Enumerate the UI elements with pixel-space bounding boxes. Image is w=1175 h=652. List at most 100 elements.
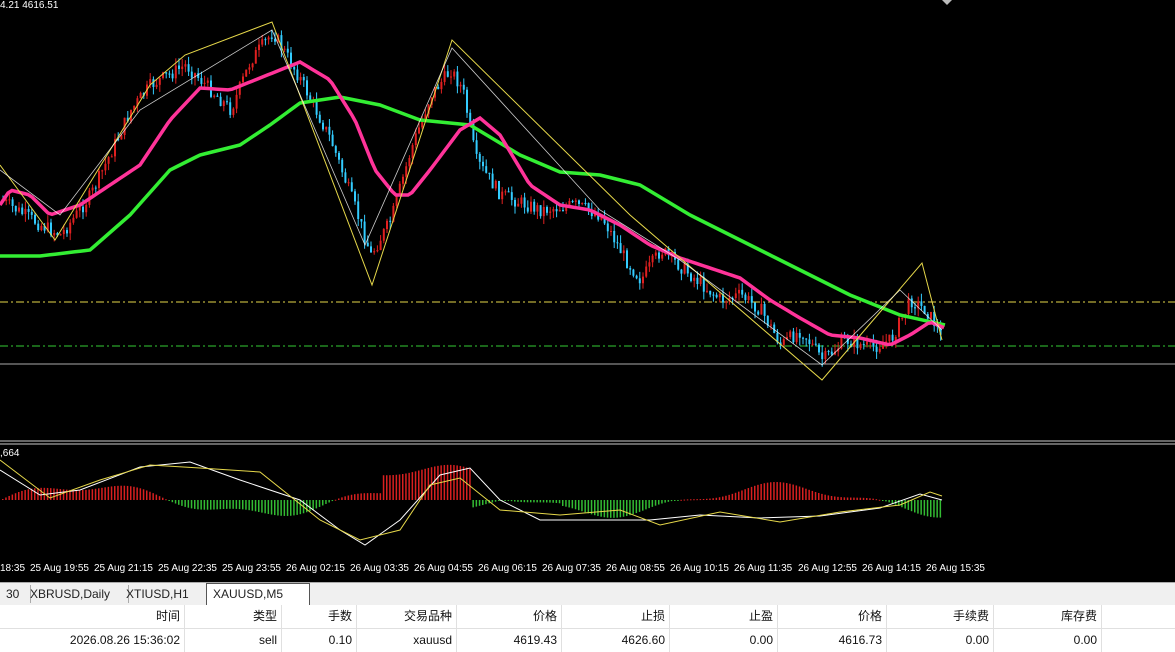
candle-body [680, 269, 683, 274]
tab-xauusd-m5[interactable]: XAUUSD,M5 [206, 583, 310, 605]
table-cell: 0.00 [670, 629, 778, 652]
macd-bar [235, 500, 238, 509]
macd-bar [690, 499, 692, 501]
macd-bar [376, 493, 378, 500]
macd-bar [450, 464, 452, 500]
candle-body [248, 67, 251, 70]
macd-bar [114, 486, 116, 500]
macd-bar [139, 488, 142, 500]
candle-body [376, 250, 379, 252]
candle-body [270, 37, 273, 39]
macd-bar [568, 500, 570, 508]
macd-bar [600, 500, 602, 517]
candle-body [824, 351, 827, 360]
candle-body [341, 159, 344, 173]
candle-body [606, 223, 609, 232]
macd-bar [219, 500, 222, 510]
candle-body [446, 71, 449, 77]
table-row[interactable]: 2026.08.26 15:36:02 sell 0.10 xauusd 4619.43… [0, 629, 1175, 652]
candle-body [379, 240, 382, 251]
macd-bar [827, 495, 830, 500]
candle-body [478, 153, 481, 162]
macd-bar [536, 500, 538, 503]
candle-body [8, 199, 11, 201]
macd-bar [523, 500, 526, 503]
column-header[interactable]: 价格 [778, 605, 887, 628]
macd-bar [814, 491, 817, 500]
tab-xtiusd-h1[interactable]: XTIUSD,H1 [120, 585, 215, 603]
table-cell: 0.00 [887, 629, 994, 652]
macd-bar [373, 493, 375, 500]
macd-bar [792, 484, 794, 500]
macd-bar [261, 500, 263, 513]
candle-body [24, 208, 27, 215]
macd-bar [392, 475, 394, 500]
candle-body [725, 301, 728, 303]
column-header[interactable]: 价格 [457, 605, 562, 628]
macd-bar [891, 500, 894, 504]
column-header[interactable]: 交易品种 [357, 605, 457, 628]
candle-body [309, 95, 312, 100]
macd-bar [238, 500, 241, 510]
candle-body [642, 276, 644, 284]
macd-bar [571, 500, 574, 509]
column-header[interactable]: 止损 [562, 605, 670, 628]
candle-body [158, 78, 161, 85]
macd-bar [622, 500, 625, 517]
macd-bar [594, 500, 596, 516]
macd-bar [299, 500, 302, 515]
candle-body [101, 170, 104, 172]
macd-bar [773, 482, 775, 500]
candle-body [18, 207, 20, 212]
macd-bar [885, 500, 887, 502]
candle-body [744, 294, 747, 301]
candle-body [651, 255, 654, 263]
macd-bar [226, 500, 228, 509]
macd-bar [82, 490, 84, 500]
macd-bar [146, 490, 148, 500]
macd-bar [341, 497, 343, 500]
macd-bar [530, 500, 532, 503]
ohlc-label: 4.21 4616.51 [0, 0, 59, 11]
macd-bar [782, 482, 785, 500]
price-chart[interactable] [0, 0, 1175, 560]
column-header[interactable]: 时间 [0, 605, 185, 628]
column-header[interactable]: 手续费 [887, 605, 994, 628]
macd-bar [280, 500, 282, 516]
macd-bar [875, 499, 878, 501]
macd-bar [658, 500, 660, 505]
column-header[interactable]: 类型 [185, 605, 282, 628]
table-cell: 0.10 [282, 629, 357, 652]
macd-bar [661, 500, 663, 504]
macd-bar [171, 500, 174, 503]
macd-bar [779, 482, 782, 500]
time-label: 26 Aug 06:15 [478, 563, 537, 574]
candle-body [648, 262, 651, 267]
macd-bar [411, 472, 414, 500]
candle-body [571, 201, 574, 203]
column-header[interactable]: 手数 [282, 605, 357, 628]
candle-body [619, 243, 622, 254]
macd-bar [494, 500, 497, 502]
candle-body [616, 242, 619, 244]
candle-body [552, 209, 555, 212]
macd-bar [110, 486, 113, 500]
macd-bar [379, 493, 382, 500]
macd-bar [606, 500, 609, 518]
macd-bar [168, 500, 170, 501]
column-header[interactable]: 库存费 [994, 605, 1102, 628]
macd-bar [40, 487, 42, 500]
column-header[interactable]: 止盈 [670, 605, 778, 628]
macd-bar [318, 500, 321, 507]
candle-body [622, 250, 625, 254]
candle-body [322, 122, 324, 130]
macd-bar [510, 500, 513, 502]
tab-xbrusd-daily[interactable]: XBRUSD,Daily [24, 585, 129, 603]
macd-bar [174, 500, 177, 504]
macd-bar [706, 498, 708, 500]
macd-bar [354, 494, 356, 500]
macd-bar [242, 500, 244, 510]
candle-body [302, 77, 305, 81]
macd-bar [846, 497, 849, 500]
candle-body [30, 211, 33, 215]
